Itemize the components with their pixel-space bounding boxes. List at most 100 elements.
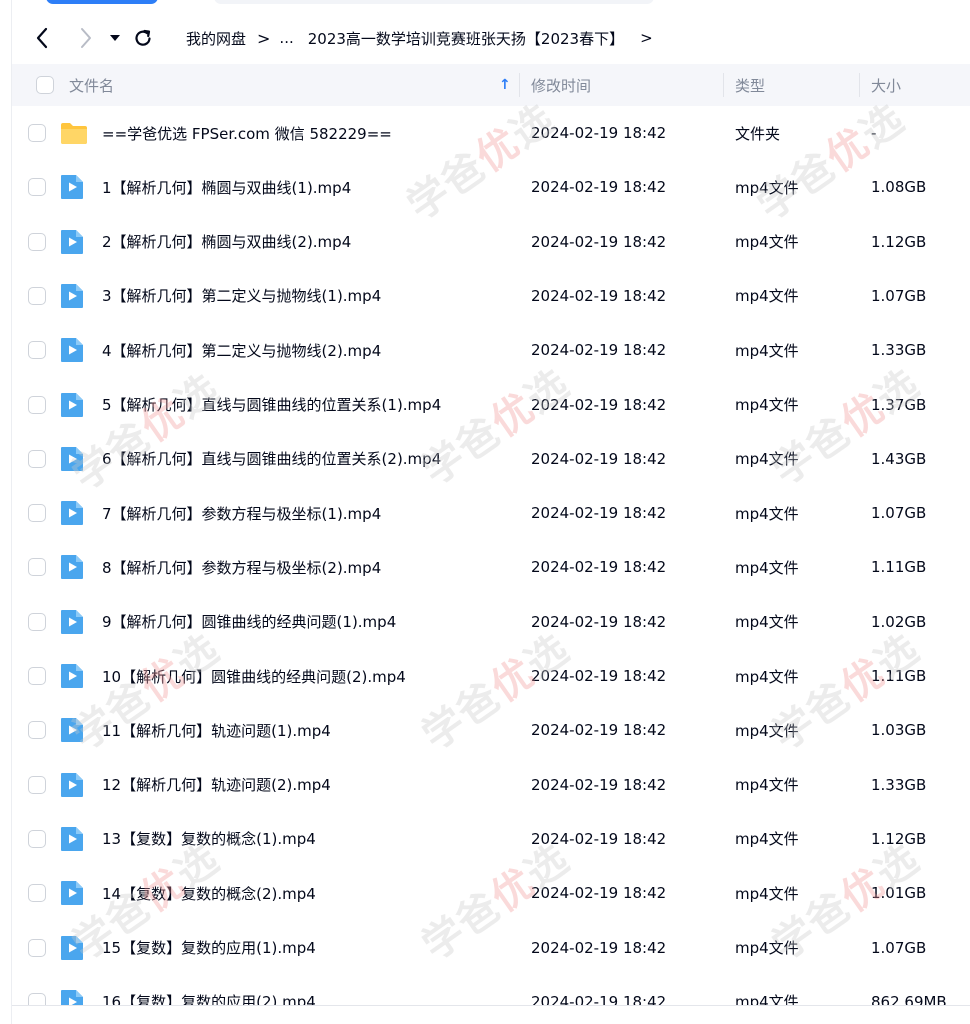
file-name[interactable]: ==学爸优选 FPSer.com 微信 582229==	[102, 106, 392, 160]
row-checkbox-cell[interactable]	[28, 649, 46, 703]
file-row[interactable]: 12【解析几何】轨迹问题(2).mp4 2024-02-19 18:42 mp4文件…	[12, 758, 970, 812]
breadcrumb-root[interactable]: 我的网盘	[186, 28, 246, 49]
file-row[interactable]: 9【解析几何】圆锥曲线的经典问题(1).mp4 2024-02-19 18:42 m…	[12, 595, 970, 649]
file-name[interactable]: 10【解析几何】圆锥曲线的经典问题(2).mp4	[102, 649, 406, 703]
refresh-button[interactable]	[130, 12, 156, 64]
row-checkbox[interactable]	[28, 232, 46, 251]
file-name[interactable]: 5【解析几何】直线与圆锥曲线的位置关系(1).mp4	[102, 378, 441, 432]
row-checkbox[interactable]	[28, 504, 46, 523]
video-file-icon	[60, 432, 84, 486]
sort-ascending-icon[interactable]: ↑	[499, 64, 511, 106]
row-checkbox-cell[interactable]	[28, 540, 46, 594]
file-row[interactable]: 7【解析几何】参数方程与极坐标(1).mp4 2024-02-19 18:42 mp…	[12, 486, 970, 540]
row-checkbox-cell[interactable]	[28, 921, 46, 975]
file-name[interactable]: 3【解析几何】第二定义与抛物线(1).mp4	[102, 269, 381, 323]
select-all-checkbox-cell[interactable]	[36, 64, 54, 106]
file-row[interactable]: 1【解析几何】椭圆与双曲线(1).mp4 2024-02-19 18:42 mp4文…	[12, 160, 970, 214]
column-divider[interactable]	[723, 73, 724, 97]
row-checkbox-cell[interactable]	[28, 160, 46, 214]
row-checkbox-cell[interactable]	[28, 866, 46, 920]
file-size: 1.33GB	[871, 775, 927, 794]
file-name[interactable]: 13【复数】复数的概念(1).mp4	[102, 812, 316, 866]
file-type: mp4文件	[735, 776, 799, 795]
column-header-type[interactable]: 类型	[735, 64, 765, 106]
column-header-name[interactable]: 文件名	[69, 64, 114, 106]
row-checkbox[interactable]	[28, 612, 46, 631]
file-row[interactable]: 2【解析几何】椭圆与双曲线(2).mp4 2024-02-19 18:42 mp4文…	[12, 215, 970, 269]
row-checkbox-cell[interactable]	[28, 703, 46, 757]
file-name[interactable]: 7【解析几何】参数方程与极坐标(1).mp4	[102, 486, 381, 540]
row-checkbox[interactable]	[28, 558, 46, 577]
row-checkbox-cell[interactable]	[28, 758, 46, 812]
file-type: mp4文件	[735, 613, 799, 632]
file-row[interactable]: 11【解析几何】轨迹问题(1).mp4 2024-02-19 18:42 mp4文件…	[12, 703, 970, 757]
row-checkbox[interactable]	[28, 884, 46, 903]
back-button[interactable]	[28, 12, 56, 64]
row-checkbox-cell[interactable]	[28, 486, 46, 540]
file-row[interactable]: 13【复数】复数的概念(1).mp4 2024-02-19 18:42 mp4文件 1…	[12, 812, 970, 866]
row-checkbox[interactable]	[28, 395, 46, 414]
folder-icon	[60, 106, 88, 160]
column-header-size[interactable]: 大小	[871, 64, 901, 106]
file-name[interactable]: 12【解析几何】轨迹问题(2).mp4	[102, 758, 331, 812]
row-checkbox[interactable]	[28, 721, 46, 740]
file-row[interactable]: 3【解析几何】第二定义与抛物线(1).mp4 2024-02-19 18:42 mp…	[12, 269, 970, 323]
file-name[interactable]: 2【解析几何】椭圆与双曲线(2).mp4	[102, 215, 351, 269]
row-checkbox-cell[interactable]	[28, 269, 46, 323]
row-checkbox[interactable]	[28, 667, 46, 685]
file-type: mp4文件	[735, 287, 799, 306]
row-checkbox-cell[interactable]	[28, 378, 46, 432]
breadcrumb-more-button[interactable]: >	[640, 29, 653, 47]
file-modified-time: 2024-02-19 18:42	[531, 341, 667, 360]
file-row[interactable]: 15【复数】复数的应用(1).mp4 2024-02-19 18:42 mp4文件 1…	[12, 921, 970, 975]
row-checkbox[interactable]	[28, 829, 46, 848]
forward-button[interactable]	[72, 12, 100, 64]
file-name[interactable]: 4【解析几何】第二定义与抛物线(2).mp4	[102, 323, 381, 377]
file-row[interactable]: 5【解析几何】直线与圆锥曲线的位置关系(1).mp4 2024-02-19 18:…	[12, 378, 970, 432]
file-row[interactable]: 4【解析几何】第二定义与抛物线(2).mp4 2024-02-19 18:42 mp…	[12, 323, 970, 377]
file-row[interactable]: 10【解析几何】圆锥曲线的经典问题(2).mp4 2024-02-19 18:42…	[12, 649, 970, 703]
file-type: 文件夹	[735, 124, 781, 143]
column-divider[interactable]	[859, 73, 860, 97]
history-dropdown-button[interactable]	[106, 12, 124, 64]
row-checkbox-cell[interactable]	[28, 595, 46, 649]
file-size: 1.01GB	[871, 884, 927, 903]
row-checkbox-cell[interactable]	[28, 215, 46, 269]
row-checkbox-cell[interactable]	[28, 432, 46, 486]
file-name[interactable]: 9【解析几何】圆锥曲线的经典问题(1).mp4	[102, 595, 396, 649]
file-name[interactable]: 6【解析几何】直线与圆锥曲线的位置关系(2).mp4	[102, 432, 441, 486]
file-size: 1.11GB	[871, 558, 927, 577]
file-name[interactable]: 14【复数】复数的概念(2).mp4	[102, 866, 316, 920]
row-checkbox[interactable]	[28, 341, 46, 360]
column-header-modified-time[interactable]: 修改时间	[531, 64, 591, 106]
row-checkbox[interactable]	[28, 286, 46, 305]
row-checkbox-cell[interactable]	[28, 812, 46, 866]
row-checkbox[interactable]	[28, 178, 46, 197]
column-divider[interactable]	[519, 73, 520, 97]
file-row[interactable]: ==学爸优选 FPSer.com 微信 582229== 2024-02-19 1…	[12, 106, 970, 160]
row-checkbox-cell[interactable]	[28, 323, 46, 377]
file-name[interactable]: 1【解析几何】椭圆与双曲线(1).mp4	[102, 160, 351, 214]
file-modified-time: 2024-02-19 18:42	[531, 667, 667, 685]
file-type: mp4文件	[735, 939, 799, 957]
search-bar[interactable]	[214, 0, 654, 4]
file-size: 1.43GB	[871, 449, 927, 468]
upload-button[interactable]	[46, 0, 158, 4]
row-checkbox[interactable]	[28, 449, 46, 468]
breadcrumb: 我的网盘 > ... 2023高一数学培训竞赛班张天扬【2023春下】 >	[186, 12, 653, 64]
file-row[interactable]: 14【复数】复数的概念(2).mp4 2024-02-19 18:42 mp4文件 1…	[12, 866, 970, 920]
file-name[interactable]: 11【解析几何】轨迹问题(1).mp4	[102, 703, 331, 757]
file-modified-time: 2024-02-19 18:42	[531, 178, 667, 197]
row-checkbox[interactable]	[28, 938, 46, 957]
file-row[interactable]: 8【解析几何】参数方程与极坐标(2).mp4 2024-02-19 18:42 mp…	[12, 540, 970, 594]
file-type: mp4文件	[735, 341, 799, 360]
file-name[interactable]: 8【解析几何】参数方程与极坐标(2).mp4	[102, 540, 381, 594]
video-file-icon	[60, 595, 84, 649]
file-row[interactable]: 6【解析几何】直线与圆锥曲线的位置关系(2).mp4 2024-02-19 18:…	[12, 432, 970, 486]
row-checkbox[interactable]	[28, 775, 46, 794]
breadcrumb-ellipsis[interactable]: ...	[279, 29, 293, 47]
select-all-checkbox[interactable]	[36, 76, 54, 94]
row-checkbox-cell[interactable]	[28, 106, 46, 160]
file-name[interactable]: 15【复数】复数的应用(1).mp4	[102, 921, 316, 975]
row-checkbox[interactable]	[28, 124, 46, 142]
